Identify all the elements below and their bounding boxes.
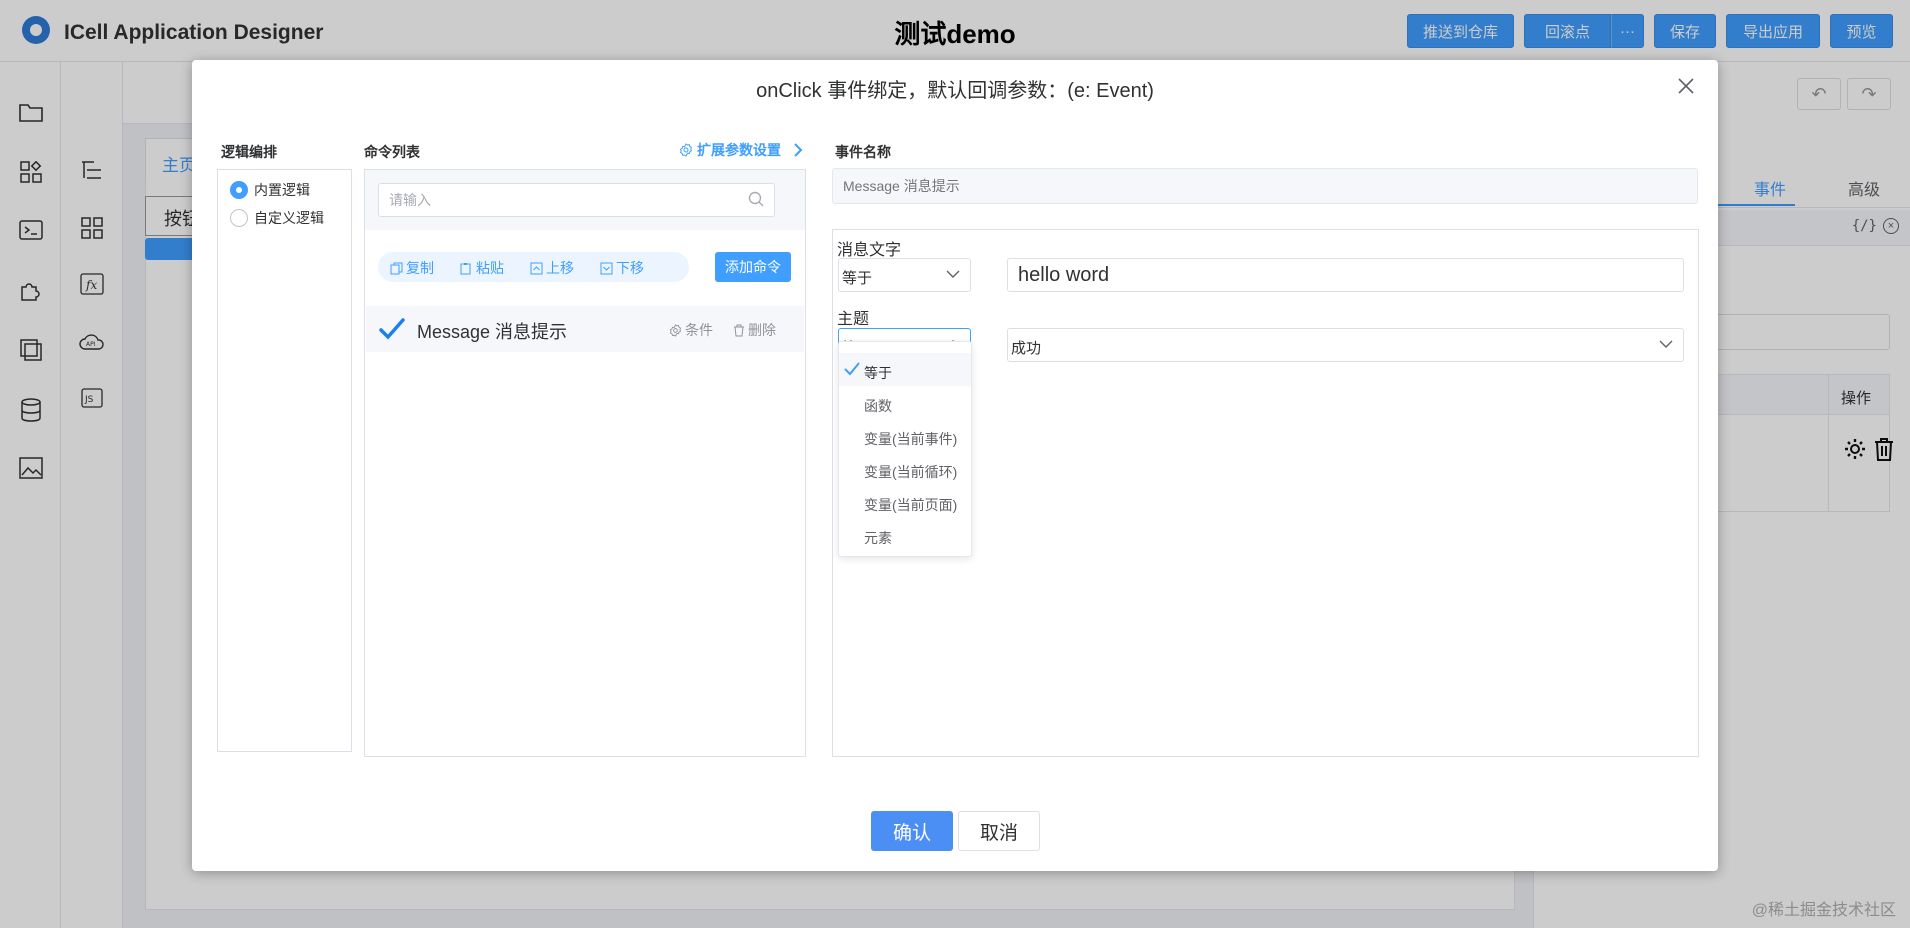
radio-custom-logic[interactable]: 自定义逻辑	[230, 208, 324, 228]
radio-builtin-logic[interactable]: 内置逻辑	[230, 180, 310, 200]
condition-button[interactable]: 条件	[669, 320, 713, 340]
dropdown-option-label: 变量(当前页面)	[864, 497, 958, 513]
message-text-input[interactable]	[1007, 258, 1684, 292]
arrow-down-icon	[600, 262, 613, 274]
gear-icon	[669, 323, 682, 337]
trash-icon	[734, 324, 744, 336]
message-operator-value: 等于	[842, 270, 873, 287]
paste-label: 粘贴	[476, 260, 504, 276]
extended-params-link[interactable]: 扩展参数设置	[679, 140, 805, 160]
event-name-input	[832, 168, 1698, 204]
radio-unchecked-icon[interactable]	[230, 209, 248, 227]
message-operator-select[interactable]: 等于	[838, 258, 971, 292]
chevron-right-icon	[794, 143, 803, 157]
paste-icon	[460, 262, 471, 274]
dropdown-option[interactable]: 变量(当前事件)	[839, 419, 971, 452]
gear-icon	[679, 143, 693, 157]
command-list-box: 复制 粘贴 上移 下移 添加命令 Message 消息提示 条件	[364, 169, 806, 757]
dropdown-option-label: 变量(当前循环)	[864, 464, 958, 480]
theme-label: 主题	[837, 311, 870, 328]
command-search-bar	[365, 170, 805, 230]
search-icon[interactable]	[748, 191, 764, 207]
dialog-title: onClick 事件绑定，默认回调参数：(e: Event)	[756, 80, 1154, 102]
confirm-button[interactable]: 确认	[871, 811, 953, 851]
copy-button[interactable]: 复制	[390, 258, 434, 278]
logic-section-label: 逻辑编排	[221, 144, 277, 160]
copy-icon	[390, 262, 403, 274]
condition-label: 条件	[685, 322, 713, 338]
command-search-input[interactable]	[378, 183, 775, 217]
command-toolbar: 复制 粘贴 上移 下移	[378, 252, 689, 282]
radio-label: 自定义逻辑	[254, 210, 324, 226]
paste-button[interactable]: 粘贴	[460, 258, 504, 278]
operator-dropdown: 等于 函数 变量(当前事件) 变量(当前循环) 变量(当前页面) 元素	[838, 341, 972, 557]
move-down-label: 下移	[616, 260, 644, 276]
copy-label: 复制	[406, 260, 434, 276]
event-binding-dialog: onClick 事件绑定，默认回调参数：(e: Event) 逻辑编排 内置逻辑…	[192, 60, 1718, 871]
message-text-label: 消息文字	[837, 242, 902, 259]
move-up-button[interactable]: 上移	[530, 258, 574, 278]
dropdown-option[interactable]: 变量(当前页面)	[839, 485, 971, 518]
check-icon	[379, 318, 405, 340]
event-name-label: 事件名称	[835, 144, 891, 160]
delete-button[interactable]: 删除	[733, 320, 776, 340]
cancel-button[interactable]: 取消	[958, 811, 1040, 851]
theme-value: 成功	[1011, 340, 1042, 357]
check-icon	[844, 362, 860, 376]
add-command-button[interactable]: 添加命令	[715, 252, 791, 282]
dropdown-option-label: 函数	[864, 398, 892, 414]
close-icon[interactable]	[1674, 74, 1698, 98]
event-params-box: 消息文字 等于 主题 等于 成功 等于 函数 变量(当前事件) 变量(当前循环)…	[832, 229, 1699, 757]
extended-params-label: 扩展参数设置	[697, 142, 781, 158]
move-up-label: 上移	[546, 260, 574, 276]
logic-options-box: 内置逻辑 自定义逻辑	[217, 169, 352, 752]
dropdown-option-label: 元素	[864, 530, 892, 546]
dropdown-option[interactable]: 元素	[839, 518, 971, 551]
dropdown-option[interactable]: 等于	[839, 353, 971, 386]
command-list-item[interactable]: Message 消息提示 条件 删除	[366, 306, 804, 352]
delete-label: 删除	[748, 322, 776, 338]
command-list-label: 命令列表	[364, 144, 420, 160]
radio-label: 内置逻辑	[254, 182, 310, 198]
command-item-label: Message 消息提示	[417, 322, 568, 342]
dropdown-option-label: 等于	[864, 365, 892, 381]
chevron-down-icon	[946, 270, 960, 278]
move-down-button[interactable]: 下移	[600, 258, 644, 278]
dropdown-option[interactable]: 函数	[839, 386, 971, 419]
arrow-up-icon	[530, 262, 543, 274]
dropdown-option-label: 变量(当前事件)	[864, 431, 958, 447]
radio-checked-icon[interactable]	[230, 181, 248, 199]
theme-value-select[interactable]: 成功	[1007, 328, 1684, 362]
dropdown-option[interactable]: 变量(当前循环)	[839, 452, 971, 485]
chevron-down-icon	[1659, 340, 1673, 348]
